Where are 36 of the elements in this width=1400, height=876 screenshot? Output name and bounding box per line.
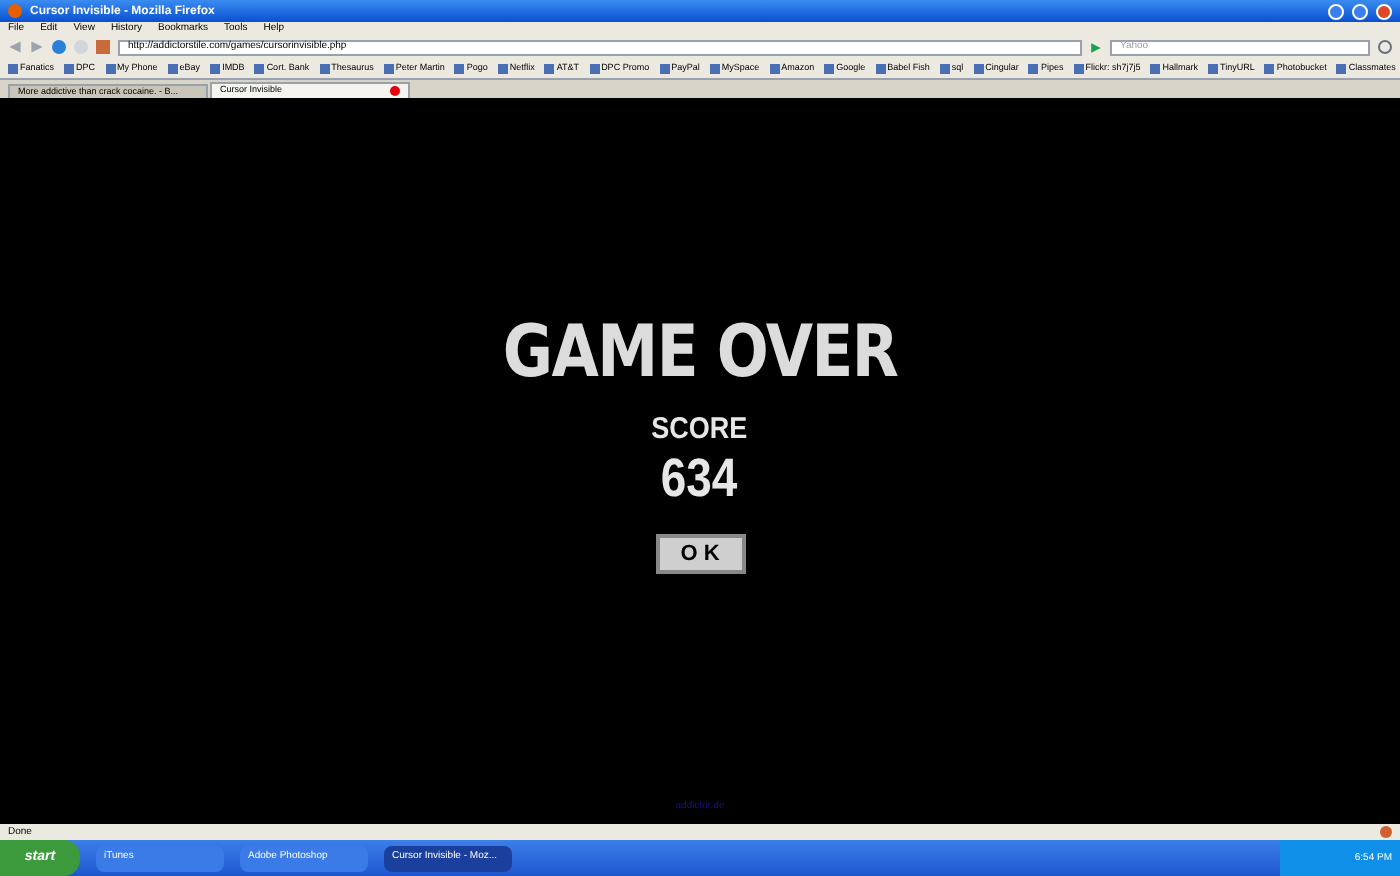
bookmark-icon <box>64 63 75 73</box>
bookmark-icon <box>875 63 886 73</box>
bookmark-icon <box>210 63 221 73</box>
bookmark-icon <box>383 63 394 73</box>
back-icon[interactable] <box>8 40 22 54</box>
bookmark-icon <box>824 63 835 73</box>
bookmark-icon <box>167 63 178 73</box>
bookmark-icon <box>1073 63 1084 73</box>
bookmark-icon <box>659 63 670 73</box>
bookmark-icon <box>973 63 984 73</box>
bookmark-icon <box>589 63 600 73</box>
minimize-button[interactable] <box>1328 3 1344 19</box>
bookmark-icon <box>254 63 265 73</box>
close-button[interactable] <box>1376 3 1392 19</box>
forward-icon[interactable] <box>30 40 44 54</box>
bookmark-icon <box>1336 63 1347 73</box>
bookmark-icon <box>497 63 508 73</box>
ok-button[interactable]: O K <box>655 534 745 574</box>
bookmark-icon <box>939 63 950 73</box>
bookmark-icon <box>1150 63 1161 73</box>
bookmark-icon <box>769 63 780 73</box>
score-value: 634 <box>661 452 739 506</box>
bookmark-icon <box>1264 63 1275 73</box>
bookmark-icon <box>1207 63 1218 73</box>
close-tab-icon[interactable] <box>390 86 400 96</box>
bookmark-icon <box>105 63 116 73</box>
bookmark-icon <box>709 63 720 73</box>
bookmark-icon <box>454 63 465 73</box>
bookmark-icon <box>544 63 555 73</box>
score-label: SCORE <box>652 414 748 444</box>
bookmark-icon <box>319 63 330 73</box>
maximize-button[interactable] <box>1352 3 1368 19</box>
game-over-heading: GAME OVER <box>502 318 898 390</box>
bookmark-icon <box>1028 63 1039 73</box>
bookmark-icon <box>8 63 18 73</box>
go-icon[interactable] <box>1090 41 1102 53</box>
